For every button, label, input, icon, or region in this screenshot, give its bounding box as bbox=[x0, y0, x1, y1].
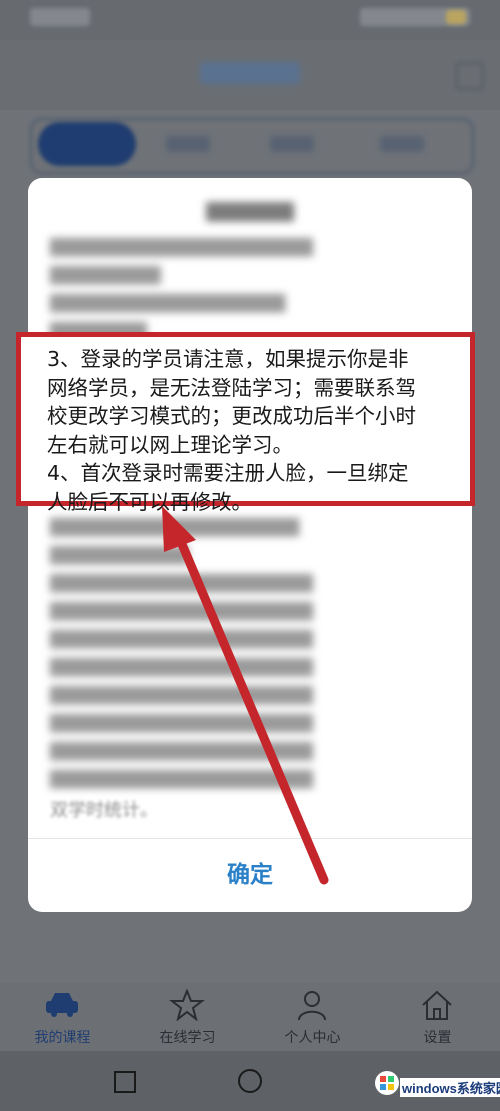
notice-line: 左右就可以网上理论学习。 bbox=[47, 432, 293, 457]
windows-logo-icon bbox=[375, 1071, 399, 1095]
blurred-line: ▇▇▇▇▇▇▇▇ bbox=[50, 264, 161, 285]
tab-active[interactable] bbox=[38, 122, 136, 166]
car-icon bbox=[46, 993, 78, 1017]
dialog-title: ▇▇▇▇▇▇ bbox=[206, 200, 294, 222]
nav-label: 设置 bbox=[423, 1030, 452, 1046]
dialog-last-line: 双学时统计。 bbox=[50, 800, 158, 821]
notice-line: 3、登录的学员请注意，如果提示你是非 bbox=[47, 347, 409, 371]
nav-label: 个人中心 bbox=[284, 1030, 341, 1046]
blurred-line: ▇▇▇▇▇▇▇▇▇▇▇▇▇▇▇▇▇▇▇ bbox=[50, 740, 314, 761]
watermark: windows系统家园 bbox=[372, 1064, 500, 1104]
tab-4[interactable] bbox=[380, 136, 424, 152]
blurred-line: ▇▇▇▇▇▇▇▇▇▇▇▇▇▇▇▇▇▇▇ bbox=[50, 572, 314, 593]
bottom-nav: 我的课程 在线学习 个人中心 设置 bbox=[0, 983, 500, 1051]
battery-icon bbox=[446, 10, 466, 24]
person-icon bbox=[298, 991, 326, 1021]
confirm-button[interactable]: 确定 bbox=[28, 839, 472, 912]
notice-line: 4、首次登录时需要注册人脸，一旦绑定 bbox=[47, 461, 409, 485]
blurred-line: ▇▇▇▇▇▇▇▇▇▇▇▇▇▇▇▇▇▇▇ bbox=[50, 712, 314, 733]
blurred-line: ▇▇▇▇▇▇▇▇▇▇▇▇▇▇▇▇▇▇▇ bbox=[50, 600, 314, 621]
notice-line: 校更改学习模式的；更改成功后半个小时 bbox=[47, 404, 416, 428]
notice-line: 网络学员，是无法登陆学习；需要联系驾 bbox=[47, 375, 416, 400]
home-button[interactable] bbox=[238, 1069, 262, 1093]
blurred-line: ▇▇▇▇▇▇▇▇▇▇▇▇▇▇▇▇▇▇▇ bbox=[50, 656, 314, 677]
blurred-line: ▇▇▇▇▇▇▇▇▇▇▇▇▇▇▇▇▇ bbox=[50, 292, 286, 313]
blurred-line: ▇▇▇▇▇▇▇▇▇▇▇▇▇▇▇▇▇▇▇ bbox=[50, 768, 314, 789]
nav-item-online-study[interactable]: 在线学习 bbox=[125, 983, 250, 1051]
blurred-line: ▇▇▇▇▇▇▇▇▇▇▇▇▇▇▇▇▇▇▇ bbox=[50, 684, 314, 705]
highlight-box: 3、登录的学员请注意，如果提示你是非 网络学员，是无法登陆学习；需要联系驾 校更… bbox=[16, 332, 475, 514]
tab-3[interactable] bbox=[270, 136, 314, 152]
blurred-line: ▇▇▇▇▇▇▇▇▇▇▇▇▇▇▇▇▇▇▇ bbox=[50, 628, 314, 649]
status-time bbox=[30, 8, 90, 26]
blurred-line: ▇▇▇▇▇▇▇▇▇▇▇▇▇▇▇▇▇▇ bbox=[50, 516, 300, 537]
nav-item-my-courses[interactable]: 我的课程 bbox=[0, 983, 125, 1051]
highlighted-notice: 3、登录的学员请注意，如果提示你是非 网络学员，是无法登陆学习；需要联系驾 校更… bbox=[47, 345, 467, 516]
nav-item-personal-center[interactable]: 个人中心 bbox=[250, 983, 375, 1051]
star-icon bbox=[169, 989, 205, 1021]
blurred-line: ▇▇▇▇▇▇▇▇▇▇ bbox=[50, 544, 189, 565]
notice-line: 人脸后不可以再修改。 bbox=[47, 489, 252, 514]
page-title bbox=[200, 62, 300, 84]
notice-dialog: ▇▇▇▇▇▇ ▇▇▇▇▇▇▇▇▇▇▇▇▇▇▇▇▇▇▇ ▇▇▇▇▇▇▇▇ ▇▇▇▇… bbox=[28, 178, 472, 912]
nav-label: 我的课程 bbox=[34, 1030, 91, 1046]
nav-item-settings[interactable]: 设置 bbox=[375, 983, 500, 1051]
home-icon bbox=[422, 990, 452, 1020]
watermark-text: windows系统家园 bbox=[400, 1078, 500, 1097]
nav-label: 在线学习 bbox=[159, 1030, 216, 1046]
recent-apps-button[interactable] bbox=[114, 1071, 136, 1093]
header-action-icon[interactable] bbox=[456, 62, 484, 90]
blurred-line: ▇▇▇▇▇▇▇▇▇▇▇▇▇▇▇▇▇▇▇ bbox=[50, 236, 314, 257]
tab-2[interactable] bbox=[166, 136, 210, 152]
